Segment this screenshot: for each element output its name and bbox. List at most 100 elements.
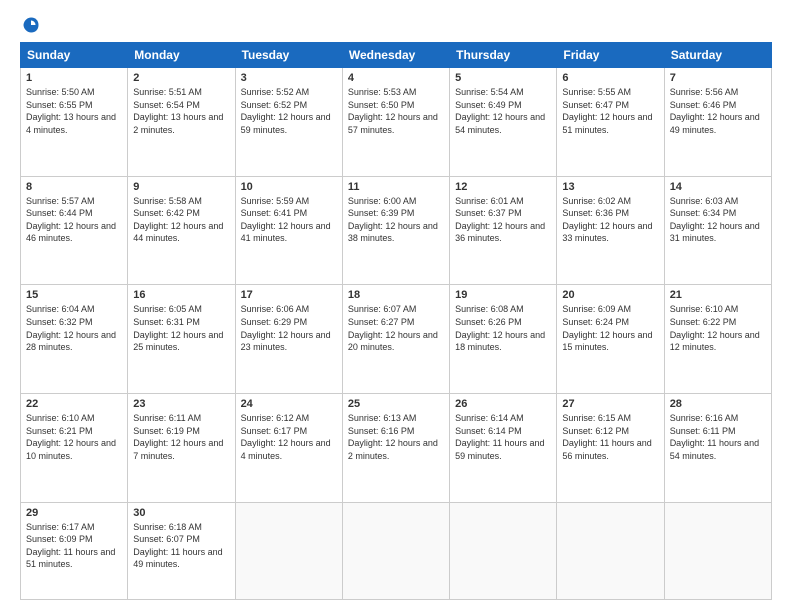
day-number: 11 bbox=[348, 181, 444, 193]
table-row bbox=[342, 502, 449, 599]
day-info: Sunrise: 6:11 AM Sunset: 6:19 PM Dayligh… bbox=[133, 412, 229, 462]
day-number: 6 bbox=[562, 72, 658, 84]
day-info: Sunrise: 5:57 AM Sunset: 6:44 PM Dayligh… bbox=[26, 195, 122, 245]
day-number: 23 bbox=[133, 398, 229, 410]
day-number: 5 bbox=[455, 72, 551, 84]
col-sunday: Sunday bbox=[21, 43, 128, 68]
day-info: Sunrise: 6:16 AM Sunset: 6:11 PM Dayligh… bbox=[670, 412, 766, 462]
day-number: 15 bbox=[26, 289, 122, 301]
day-info: Sunrise: 6:10 AM Sunset: 6:22 PM Dayligh… bbox=[670, 303, 766, 353]
header-row: Sunday Monday Tuesday Wednesday Thursday… bbox=[21, 43, 772, 68]
day-info: Sunrise: 6:12 AM Sunset: 6:17 PM Dayligh… bbox=[241, 412, 337, 462]
table-row: 7 Sunrise: 5:56 AM Sunset: 6:46 PM Dayli… bbox=[664, 68, 771, 177]
day-number: 14 bbox=[670, 181, 766, 193]
day-number: 12 bbox=[455, 181, 551, 193]
logo bbox=[20, 16, 40, 34]
table-row: 16 Sunrise: 6:05 AM Sunset: 6:31 PM Dayl… bbox=[128, 285, 235, 394]
table-row: 24 Sunrise: 6:12 AM Sunset: 6:17 PM Dayl… bbox=[235, 394, 342, 503]
logo-text bbox=[20, 16, 40, 34]
day-number: 2 bbox=[133, 72, 229, 84]
day-number: 8 bbox=[26, 181, 122, 193]
logo-icon bbox=[22, 16, 40, 34]
table-row: 10 Sunrise: 5:59 AM Sunset: 6:41 PM Dayl… bbox=[235, 176, 342, 285]
day-number: 28 bbox=[670, 398, 766, 410]
day-number: 22 bbox=[26, 398, 122, 410]
col-thursday: Thursday bbox=[450, 43, 557, 68]
table-row: 30 Sunrise: 6:18 AM Sunset: 6:07 PM Dayl… bbox=[128, 502, 235, 599]
day-info: Sunrise: 6:07 AM Sunset: 6:27 PM Dayligh… bbox=[348, 303, 444, 353]
day-info: Sunrise: 5:58 AM Sunset: 6:42 PM Dayligh… bbox=[133, 195, 229, 245]
calendar-table: Sunday Monday Tuesday Wednesday Thursday… bbox=[20, 42, 772, 600]
day-number: 20 bbox=[562, 289, 658, 301]
day-number: 13 bbox=[562, 181, 658, 193]
table-row: 13 Sunrise: 6:02 AM Sunset: 6:36 PM Dayl… bbox=[557, 176, 664, 285]
day-info: Sunrise: 6:10 AM Sunset: 6:21 PM Dayligh… bbox=[26, 412, 122, 462]
table-row: 2 Sunrise: 5:51 AM Sunset: 6:54 PM Dayli… bbox=[128, 68, 235, 177]
day-info: Sunrise: 6:18 AM Sunset: 6:07 PM Dayligh… bbox=[133, 521, 229, 571]
table-row: 6 Sunrise: 5:55 AM Sunset: 6:47 PM Dayli… bbox=[557, 68, 664, 177]
table-row: 23 Sunrise: 6:11 AM Sunset: 6:19 PM Dayl… bbox=[128, 394, 235, 503]
table-row bbox=[235, 502, 342, 599]
day-info: Sunrise: 6:02 AM Sunset: 6:36 PM Dayligh… bbox=[562, 195, 658, 245]
day-number: 21 bbox=[670, 289, 766, 301]
day-number: 24 bbox=[241, 398, 337, 410]
day-number: 17 bbox=[241, 289, 337, 301]
day-info: Sunrise: 6:00 AM Sunset: 6:39 PM Dayligh… bbox=[348, 195, 444, 245]
table-row: 17 Sunrise: 6:06 AM Sunset: 6:29 PM Dayl… bbox=[235, 285, 342, 394]
table-row: 1 Sunrise: 5:50 AM Sunset: 6:55 PM Dayli… bbox=[21, 68, 128, 177]
day-info: Sunrise: 5:50 AM Sunset: 6:55 PM Dayligh… bbox=[26, 86, 122, 136]
day-info: Sunrise: 6:04 AM Sunset: 6:32 PM Dayligh… bbox=[26, 303, 122, 353]
day-number: 3 bbox=[241, 72, 337, 84]
col-tuesday: Tuesday bbox=[235, 43, 342, 68]
table-row: 9 Sunrise: 5:58 AM Sunset: 6:42 PM Dayli… bbox=[128, 176, 235, 285]
day-info: Sunrise: 6:17 AM Sunset: 6:09 PM Dayligh… bbox=[26, 521, 122, 571]
day-info: Sunrise: 6:13 AM Sunset: 6:16 PM Dayligh… bbox=[348, 412, 444, 462]
day-info: Sunrise: 5:55 AM Sunset: 6:47 PM Dayligh… bbox=[562, 86, 658, 136]
day-info: Sunrise: 6:14 AM Sunset: 6:14 PM Dayligh… bbox=[455, 412, 551, 462]
table-row: 3 Sunrise: 5:52 AM Sunset: 6:52 PM Dayli… bbox=[235, 68, 342, 177]
col-monday: Monday bbox=[128, 43, 235, 68]
table-row: 15 Sunrise: 6:04 AM Sunset: 6:32 PM Dayl… bbox=[21, 285, 128, 394]
day-number: 25 bbox=[348, 398, 444, 410]
day-info: Sunrise: 5:56 AM Sunset: 6:46 PM Dayligh… bbox=[670, 86, 766, 136]
table-row bbox=[557, 502, 664, 599]
day-number: 29 bbox=[26, 507, 122, 519]
calendar-page: Sunday Monday Tuesday Wednesday Thursday… bbox=[0, 0, 792, 612]
table-row: 8 Sunrise: 5:57 AM Sunset: 6:44 PM Dayli… bbox=[21, 176, 128, 285]
day-info: Sunrise: 5:53 AM Sunset: 6:50 PM Dayligh… bbox=[348, 86, 444, 136]
day-number: 10 bbox=[241, 181, 337, 193]
table-row: 12 Sunrise: 6:01 AM Sunset: 6:37 PM Dayl… bbox=[450, 176, 557, 285]
table-row: 25 Sunrise: 6:13 AM Sunset: 6:16 PM Dayl… bbox=[342, 394, 449, 503]
day-info: Sunrise: 5:54 AM Sunset: 6:49 PM Dayligh… bbox=[455, 86, 551, 136]
day-info: Sunrise: 5:52 AM Sunset: 6:52 PM Dayligh… bbox=[241, 86, 337, 136]
calendar-row: 15 Sunrise: 6:04 AM Sunset: 6:32 PM Dayl… bbox=[21, 285, 772, 394]
day-info: Sunrise: 6:03 AM Sunset: 6:34 PM Dayligh… bbox=[670, 195, 766, 245]
day-info: Sunrise: 5:51 AM Sunset: 6:54 PM Dayligh… bbox=[133, 86, 229, 136]
table-row: 26 Sunrise: 6:14 AM Sunset: 6:14 PM Dayl… bbox=[450, 394, 557, 503]
table-row: 27 Sunrise: 6:15 AM Sunset: 6:12 PM Dayl… bbox=[557, 394, 664, 503]
header bbox=[20, 16, 772, 34]
day-number: 27 bbox=[562, 398, 658, 410]
calendar-row: 22 Sunrise: 6:10 AM Sunset: 6:21 PM Dayl… bbox=[21, 394, 772, 503]
table-row: 4 Sunrise: 5:53 AM Sunset: 6:50 PM Dayli… bbox=[342, 68, 449, 177]
col-saturday: Saturday bbox=[664, 43, 771, 68]
day-info: Sunrise: 6:01 AM Sunset: 6:37 PM Dayligh… bbox=[455, 195, 551, 245]
table-row: 28 Sunrise: 6:16 AM Sunset: 6:11 PM Dayl… bbox=[664, 394, 771, 503]
table-row: 18 Sunrise: 6:07 AM Sunset: 6:27 PM Dayl… bbox=[342, 285, 449, 394]
table-row: 5 Sunrise: 5:54 AM Sunset: 6:49 PM Dayli… bbox=[450, 68, 557, 177]
day-number: 26 bbox=[455, 398, 551, 410]
table-row bbox=[450, 502, 557, 599]
day-info: Sunrise: 6:08 AM Sunset: 6:26 PM Dayligh… bbox=[455, 303, 551, 353]
table-row: 11 Sunrise: 6:00 AM Sunset: 6:39 PM Dayl… bbox=[342, 176, 449, 285]
day-number: 1 bbox=[26, 72, 122, 84]
day-info: Sunrise: 6:09 AM Sunset: 6:24 PM Dayligh… bbox=[562, 303, 658, 353]
table-row: 29 Sunrise: 6:17 AM Sunset: 6:09 PM Dayl… bbox=[21, 502, 128, 599]
table-row: 14 Sunrise: 6:03 AM Sunset: 6:34 PM Dayl… bbox=[664, 176, 771, 285]
day-info: Sunrise: 6:05 AM Sunset: 6:31 PM Dayligh… bbox=[133, 303, 229, 353]
table-row bbox=[664, 502, 771, 599]
col-wednesday: Wednesday bbox=[342, 43, 449, 68]
calendar-row: 1 Sunrise: 5:50 AM Sunset: 6:55 PM Dayli… bbox=[21, 68, 772, 177]
day-info: Sunrise: 6:06 AM Sunset: 6:29 PM Dayligh… bbox=[241, 303, 337, 353]
table-row: 20 Sunrise: 6:09 AM Sunset: 6:24 PM Dayl… bbox=[557, 285, 664, 394]
table-row: 22 Sunrise: 6:10 AM Sunset: 6:21 PM Dayl… bbox=[21, 394, 128, 503]
